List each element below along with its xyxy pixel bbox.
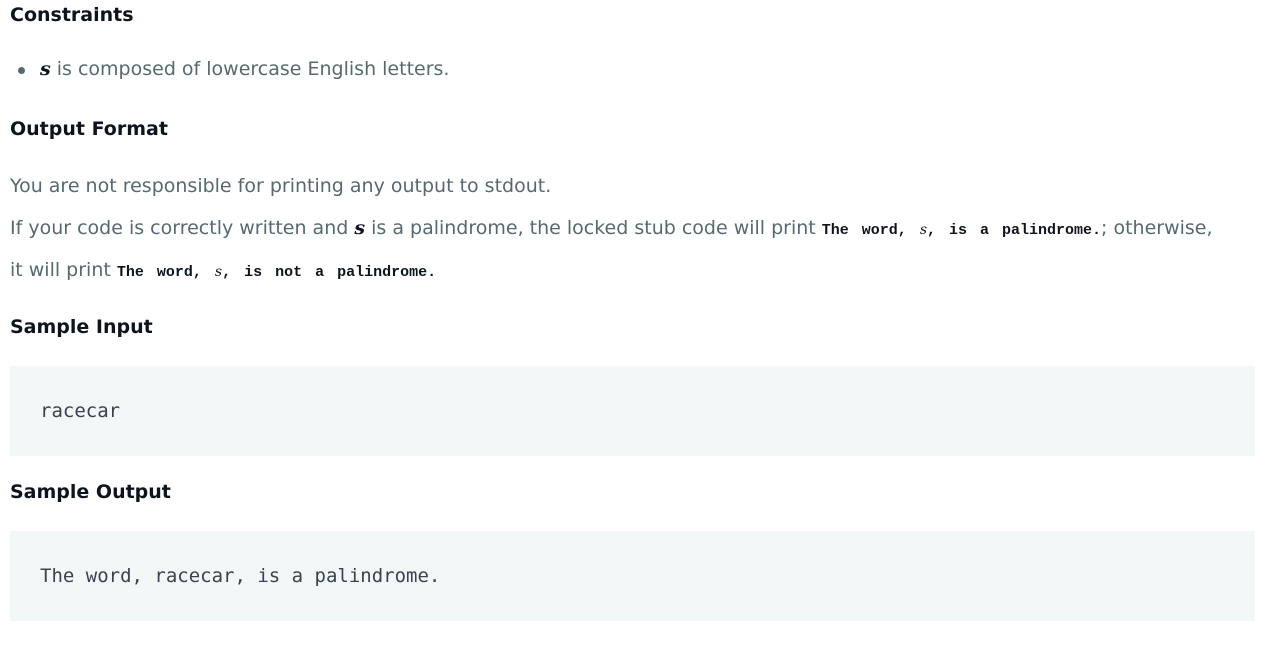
constraints-heading: Constraints xyxy=(10,4,134,26)
output-format-line-3: it will print The word, s, is not a pali… xyxy=(10,259,436,281)
sample-input-code: racecar xyxy=(40,400,121,422)
code-segment: , is a palindrome. xyxy=(927,222,1102,239)
bullet-icon xyxy=(18,67,25,74)
list-item: s is composed of lowercase English lette… xyxy=(10,60,449,79)
variable-s: s xyxy=(40,58,51,80)
text-segment: is a palindrome, the locked stub code wi… xyxy=(365,217,822,239)
sample-input-heading: Sample Input xyxy=(10,316,153,338)
sample-output-code-block: The word, racecar, is a palindrome. xyxy=(10,531,1255,621)
output-format-heading: Output Format xyxy=(10,118,168,140)
code-segment: , is not a palindrome. xyxy=(222,264,437,281)
inline-code-palindrome: The word, s, is a palindrome. xyxy=(822,222,1101,239)
sample-output-code: The word, racecar, is a palindrome. xyxy=(40,565,441,587)
code-variable: s xyxy=(214,264,223,280)
text-segment: If your code is correctly written and xyxy=(10,217,355,239)
sample-output-heading: Sample Output xyxy=(10,481,171,503)
constraints-list: s is composed of lowercase English lette… xyxy=(10,60,449,79)
output-format-line-2: If your code is correctly written and s … xyxy=(10,217,1213,239)
variable-s: s xyxy=(354,217,366,239)
output-format-line-1: You are not responsible for printing any… xyxy=(10,175,552,197)
code-segment: The word, xyxy=(821,222,920,239)
inline-code-not-palindrome: The word, s, is not a palindrome. xyxy=(117,264,436,281)
code-variable: s xyxy=(919,222,927,238)
constraint-text: is composed of lowercase English letters… xyxy=(50,58,450,80)
code-segment: The word, xyxy=(116,264,215,281)
text-segment: it will print xyxy=(10,259,117,281)
text-segment: ; otherwise, xyxy=(1101,217,1213,239)
sample-input-code-block: racecar xyxy=(10,366,1255,456)
